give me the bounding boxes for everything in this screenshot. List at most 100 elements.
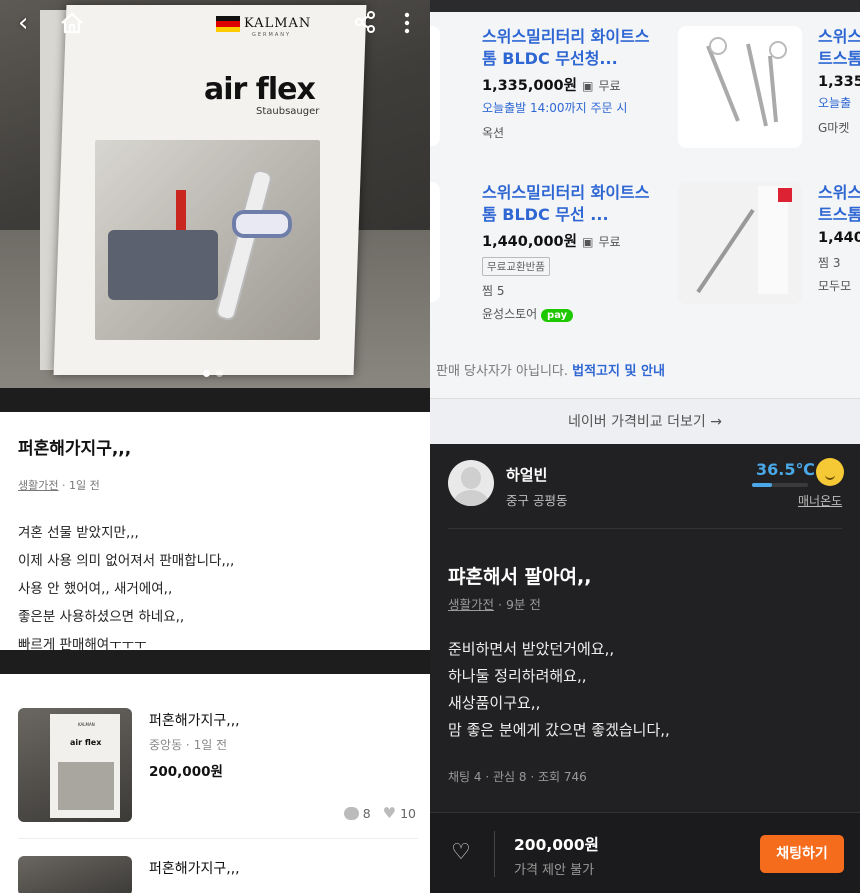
meta-separator: · bbox=[498, 597, 506, 612]
thumb-box-image bbox=[58, 762, 114, 810]
list-item-thumbnail bbox=[18, 856, 132, 893]
ad-shipping: 무료 bbox=[598, 235, 621, 249]
ad-card[interactable]: 스위스밀리터리 화이트스톰 BLDC 무선 ... 1,440,000원 ▣ 무… bbox=[482, 182, 662, 322]
post-category[interactable]: 생활가전 bbox=[18, 479, 58, 492]
home-icon[interactable] bbox=[60, 12, 84, 39]
thumb-brand: KALMAN bbox=[78, 722, 95, 727]
left-screenshot: KALMAN GERMANY air flex Staubsauger ‹ 퍼혼… bbox=[0, 0, 430, 893]
post-body: 겨혼 선물 받았지만,,, 이제 사용 의미 없어져서 판매합니다,,, 사용 … bbox=[18, 519, 412, 659]
price-negotiation-status: 가격 제안 불가 bbox=[514, 863, 595, 878]
box-brand: KALMAN bbox=[244, 16, 312, 31]
ad-price: 1,440,000원 bbox=[482, 234, 577, 250]
ad-image[interactable] bbox=[678, 182, 802, 304]
post-stats: 채팅 4 · 관심 8 · 조회 746 bbox=[448, 770, 587, 784]
truck-icon: ▣ bbox=[582, 235, 594, 249]
ad-delivery: 오늘출발 14:00까지 주문 시 bbox=[482, 101, 628, 115]
post-meta: 생활가전 · 9분 전 bbox=[448, 594, 541, 613]
pager-dot-active bbox=[203, 370, 210, 377]
ad-card[interactable]: 스위스 트스톰 1,335 오늘출 G마켓 bbox=[818, 26, 860, 136]
ad-note-text: 판매 당사자가 아닙니다. bbox=[436, 364, 568, 379]
list-item-title: 퍼혼해가지구,,, bbox=[149, 713, 240, 729]
chat-button[interactable]: 채팅하기 bbox=[760, 835, 844, 873]
post-body-line: 사용 안 했어여,, 새거에여,, bbox=[18, 581, 173, 597]
list-item-price: 200,000원 bbox=[149, 764, 223, 780]
heart-outline-icon[interactable]: ♡ bbox=[448, 841, 474, 865]
price-compare-ads: 스위스밀리터리 화이트스톰 BLDC 무선청... 1,335,000원 ▣ 무… bbox=[430, 0, 860, 444]
box-red-tag bbox=[176, 190, 186, 230]
chat-bubble-icon bbox=[343, 806, 359, 820]
ad-image[interactable] bbox=[678, 26, 802, 148]
like-count: ♥ 10 bbox=[383, 804, 416, 822]
price-compare-more-button[interactable]: 네이버 가격비교 더보기 → bbox=[430, 398, 860, 444]
post-body-line: 겨혼 선물 받았지만,,, bbox=[18, 525, 139, 541]
bottom-price: 200,000원 bbox=[514, 836, 599, 854]
ad-store: 모두모 bbox=[818, 279, 852, 293]
post-meta: 생활가전 · 1일 전 bbox=[18, 477, 412, 493]
ad-wish: 찜 5 bbox=[482, 284, 505, 298]
ad-title[interactable]: 스위스밀리터리 화이트스톰 BLDC 무선 ... bbox=[482, 182, 662, 226]
post-body-line: 이제 사용 의미 없어져서 판매합니다,,, bbox=[18, 553, 235, 569]
legal-notice-link[interactable]: 법적고지 및 안내 bbox=[572, 364, 665, 379]
status-strip bbox=[430, 0, 860, 12]
temperature-bar-fill bbox=[752, 483, 773, 487]
meta-separator: · bbox=[61, 479, 69, 492]
ad-title[interactable]: 스위스 bbox=[818, 26, 860, 48]
ad-tag: 무료교환반품 bbox=[482, 257, 550, 276]
ad-title[interactable]: 스위스밀리터리 화이트스톰 BLDC 무선청... bbox=[482, 26, 662, 70]
ad-wish: 찜 3 bbox=[818, 256, 841, 270]
ad-card[interactable]: 스위스밀리터리 화이트스톰 BLDC 무선청... 1,335,000원 ▣ 무… bbox=[482, 26, 662, 141]
ad-store: 윤성스토어 bbox=[482, 307, 538, 321]
ad-price-row: 1,440,000원 ▣ 무료 bbox=[482, 230, 662, 251]
more-vertical-icon[interactable] bbox=[404, 12, 410, 39]
ad-tag-row: 무료교환반품 bbox=[482, 255, 662, 276]
manner-temperature-link[interactable]: 매너온도 bbox=[798, 492, 842, 509]
list-item[interactable]: 퍼혼해가지구,,, bbox=[18, 856, 418, 893]
ad-price-row: 1,335,000원 ▣ 무료 bbox=[482, 74, 662, 95]
section-divider bbox=[0, 388, 430, 412]
truck-icon: ▣ bbox=[582, 79, 594, 93]
ad-store: G마켓 bbox=[818, 121, 850, 135]
ad-title[interactable]: 스위스 bbox=[818, 182, 860, 204]
list-item-title: 퍼혼해가지구,,, bbox=[149, 861, 240, 877]
ad-price: 1,335 bbox=[818, 74, 860, 90]
post-time: 9분 전 bbox=[505, 597, 541, 612]
back-icon[interactable]: ‹ bbox=[18, 10, 28, 36]
ad-price: 1,440 bbox=[818, 230, 860, 246]
right-screenshot: 스위스밀리터리 화이트스톰 BLDC 무선청... 1,335,000원 ▣ 무… bbox=[430, 0, 860, 893]
post-title: 퍄혼해서 팔아여,, bbox=[448, 566, 592, 588]
post-title: 퍼혼해가지구,,, bbox=[18, 439, 132, 459]
post-category[interactable]: 생활가전 bbox=[448, 597, 494, 612]
post-body-line: 새상품이구요,, bbox=[448, 694, 541, 712]
share-icon[interactable] bbox=[354, 11, 376, 38]
image-pager-dots bbox=[203, 370, 223, 377]
bottom-action-bar: ♡ 200,000원 가격 제안 불가 채팅하기 bbox=[430, 812, 860, 893]
list-item-thumbnail: KALMAN air flex bbox=[18, 708, 132, 822]
pager-dot bbox=[216, 370, 223, 377]
ad-card[interactable]: 스위스 트스톰 1,440 찜 3 모두모 bbox=[818, 182, 860, 294]
npay-badge: pay bbox=[541, 309, 574, 322]
post-body-line: 맘 좋은 분에게 갔으면 좋겠습니다,, bbox=[448, 721, 670, 739]
like-count-value: 10 bbox=[400, 805, 416, 821]
box-print-couch bbox=[108, 230, 218, 300]
germany-flag-icon bbox=[216, 16, 240, 32]
ad-image[interactable] bbox=[430, 182, 440, 302]
list-divider bbox=[18, 838, 418, 839]
ad-shipping: 무료 bbox=[598, 79, 621, 93]
post-content: 퍼혼해가지구,,, 생활가전 · 1일 전 겨혼 선물 받았지만,,, 이제 사… bbox=[0, 412, 430, 653]
box-brand-sub: GERMANY bbox=[252, 32, 292, 38]
thumb-product-name: air flex bbox=[70, 738, 102, 747]
ad-delivery: 오늘출 bbox=[818, 96, 852, 110]
ad-image[interactable] bbox=[430, 26, 440, 146]
box-product-name: air flex bbox=[204, 72, 316, 107]
list-item-stats: 8 ♥ 10 bbox=[343, 804, 416, 822]
heart-icon: ♥ bbox=[382, 804, 397, 822]
seller-location: 중구 공평동 bbox=[506, 493, 568, 508]
ad-title-line2: 트스톰 bbox=[818, 49, 860, 68]
list-item-meta: 중앙동 · 1일 전 bbox=[149, 738, 228, 752]
avatar[interactable] bbox=[448, 460, 494, 506]
product-photo[interactable]: KALMAN GERMANY air flex Staubsauger ‹ bbox=[0, 0, 430, 388]
seller-name: 하얼빈 bbox=[506, 466, 548, 484]
list-item[interactable]: KALMAN air flex 퍼혼해가지구,,, 중앙동 · 1일 전 200… bbox=[18, 708, 418, 828]
box-product-sub: Staubsauger bbox=[256, 106, 320, 117]
post-body-line: 하나둘 정리하려해요,, bbox=[448, 667, 587, 685]
